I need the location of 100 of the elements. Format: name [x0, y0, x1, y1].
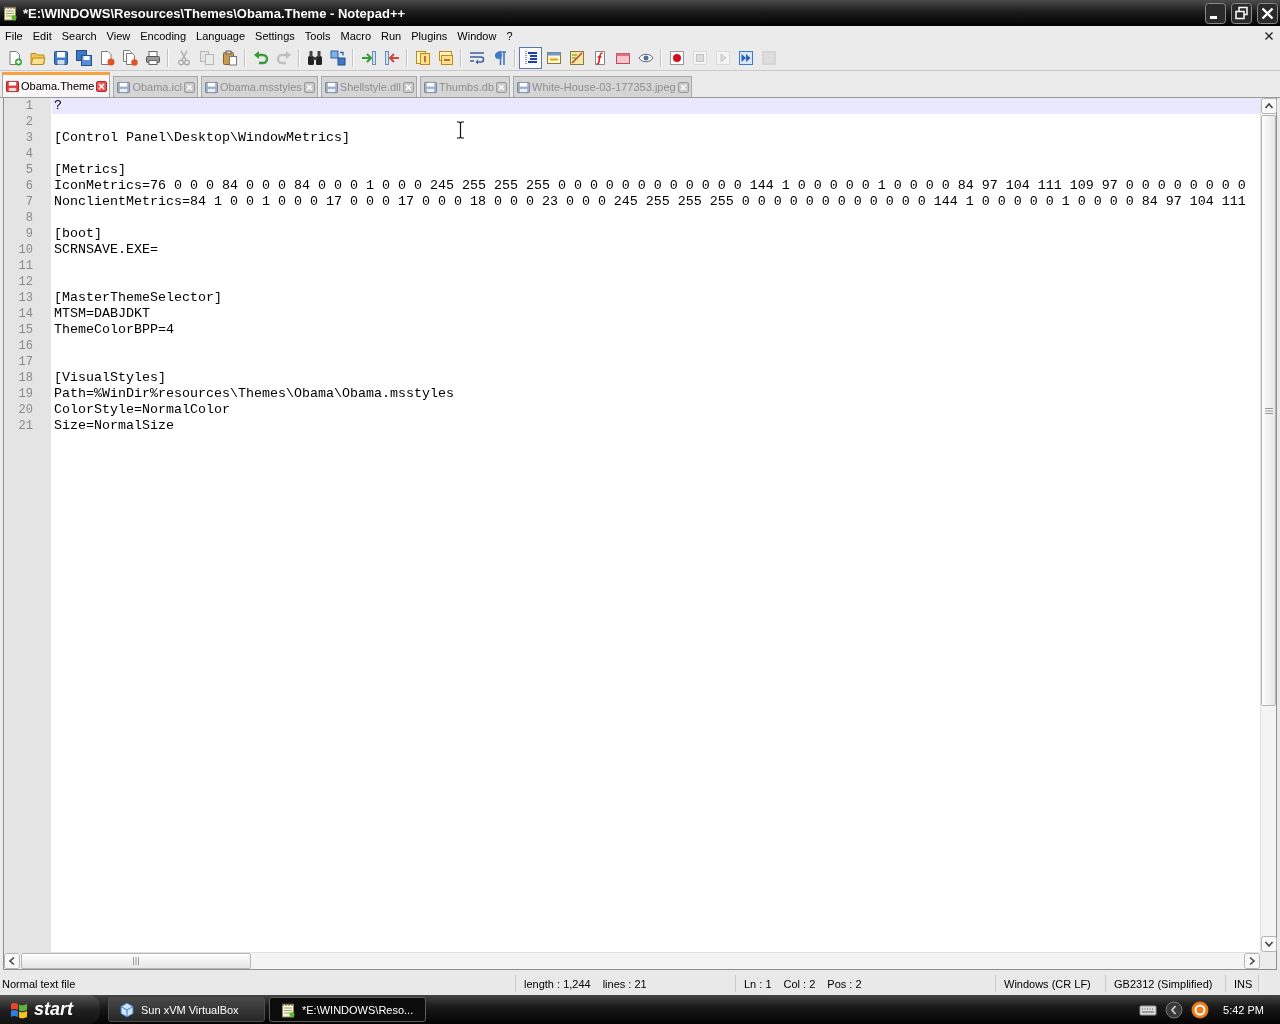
taskbar-button[interactable]: Sun xVM VirtualBox [108, 997, 265, 1022]
code-line: [VisualStyles] [53, 370, 167, 386]
arrow-left-icon [383, 49, 400, 66]
start-button[interactable]: start [0, 995, 100, 1024]
line-number: 16 [17, 338, 33, 354]
status-text: INS [1234, 977, 1253, 990]
line-number: 21 [17, 418, 33, 434]
menu-item[interactable]: Language [191, 27, 251, 44]
menu-item[interactable]: ? [501, 27, 518, 44]
code-line: ThemeColorBPP=4 [53, 322, 175, 338]
menu-item[interactable]: Plugins [406, 27, 453, 44]
line-number: 11 [17, 258, 33, 274]
chevron-circle-icon[interactable] [1165, 1000, 1184, 1019]
play-icon [714, 49, 731, 66]
scissors-icon [175, 49, 192, 66]
clock: 5:42 PM [1223, 1003, 1264, 1016]
tab-close-icon[interactable] [183, 81, 195, 93]
line-number: 4 [24, 146, 33, 162]
undo-icon [252, 49, 269, 66]
close-all-files-icon [121, 49, 138, 66]
scroll-right-icon[interactable] [1244, 953, 1260, 969]
line-number: 5 [24, 162, 33, 178]
restore-icon[interactable] [1231, 2, 1252, 24]
taskbar-button[interactable]: *E:\WINDOWS\Reso... [269, 997, 426, 1022]
line-number: 18 [17, 370, 33, 386]
scroll-left-icon[interactable] [4, 953, 20, 969]
minimize-icon[interactable] [1205, 2, 1226, 24]
tab-close-icon[interactable] [496, 81, 507, 93]
code-line: IconMetrics=76 0 0 0 84 0 0 0 84 0 0 0 1 0 0 0 245 255 255 255 0 0 0 0 0 0 0 0 0 0 0 0 144 1 0 0 0 0 0 1 0 0 0 0 84 97 104 111 109 97 0 0 0 0 0 0 0 0 [53, 178, 1247, 194]
menu-item[interactable]: Encoding [135, 27, 192, 44]
arrow-right-icon [360, 49, 377, 66]
status-text: Normal text file [2, 977, 76, 990]
status-text: length : 1,244 [524, 977, 591, 990]
tab-close-icon[interactable] [402, 81, 414, 93]
status-text: Ln : 1 [744, 977, 772, 990]
menu-item[interactable]: Run [376, 27, 407, 44]
menu-item[interactable]: Window [452, 27, 502, 44]
fast-forward-icon [737, 49, 754, 66]
scrollbar-thumb[interactable] [21, 953, 251, 969]
line-number: 9 [24, 226, 33, 242]
grip-icon [132, 957, 140, 965]
menu-item[interactable]: Settings [250, 27, 300, 44]
stop-icon [691, 49, 708, 66]
window-title: *E:\WINDOWS\Resources\Themes\Obama.Theme - Notepad++ [23, 5, 406, 21]
tab-close-icon[interactable] [677, 81, 689, 93]
tab-close-icon[interactable] [96, 80, 108, 92]
code-line: [boot] [53, 226, 103, 242]
toolbar-button[interactable] [519, 46, 542, 69]
code-line: SCRNSAVE.EXE= [53, 242, 159, 258]
close-file-icon [98, 49, 115, 66]
ring-icon[interactable] [1191, 1000, 1210, 1019]
line-number: 20 [17, 402, 33, 418]
scroll-down-icon[interactable] [1261, 936, 1277, 952]
tab-close-icon[interactable] [303, 81, 315, 93]
cube-icon [119, 1001, 135, 1018]
code-line: NonclientMetrics=84 1 0 0 1 0 0 0 17 0 0 0 17 0 0 0 18 0 0 0 23 0 0 0 245 255 255 255 0 0 0 0 0 0 0 0 0 0 0 0 144 1 0 0 0 0 0 1 0 0 0 0 84 97 104 111 [53, 194, 1247, 210]
horizontal-scrollbar[interactable] [4, 952, 1260, 969]
printer-icon [144, 49, 161, 66]
line-number: 1 [24, 98, 33, 114]
replace-icon [329, 49, 346, 66]
line-number: 15 [17, 322, 33, 338]
tab[interactable]: Obama.Theme [2, 72, 111, 97]
window-icon [545, 49, 562, 66]
map-icon [568, 49, 585, 66]
menu-item[interactable]: Macro [335, 27, 377, 44]
menu-item[interactable]: Tools [299, 27, 336, 44]
line-number: 17 [17, 354, 33, 370]
scroll-up-icon[interactable] [1261, 98, 1277, 114]
line-number: 14 [17, 306, 33, 322]
menu-item[interactable]: View [101, 27, 136, 44]
close-icon[interactable] [1257, 2, 1278, 24]
record-icon [668, 49, 685, 66]
code-line: Path=%WinDir%resources\Themes\Obama\Obama.msstyles [53, 386, 455, 402]
new-file-icon [6, 49, 23, 66]
line-number: 8 [24, 210, 33, 226]
vertical-scrollbar[interactable] [1260, 98, 1276, 952]
redo-icon [275, 49, 292, 66]
notepad-icon [280, 1001, 296, 1018]
menu-item[interactable]: Edit [27, 27, 57, 44]
scrollbar-thumb[interactable] [1261, 115, 1276, 706]
code-line: [Metrics] [53, 162, 127, 178]
line-number: 13 [17, 290, 33, 306]
line-number: 19 [17, 386, 33, 402]
menu-item[interactable]: Search [56, 27, 102, 44]
line-number: 3 [24, 130, 33, 146]
status-text: lines : 21 [602, 977, 647, 990]
text-cursor-icon [456, 121, 465, 139]
menu-item[interactable]: File [0, 27, 28, 44]
sync-scroll-vertical-icon [414, 49, 431, 66]
line-number: 2 [24, 114, 33, 130]
code-line: Size=NormalSize [53, 418, 175, 434]
copy-icon [198, 49, 215, 66]
grip-icon [1264, 406, 1273, 415]
floppy-disks-icon [75, 49, 92, 66]
status-text: Col : 2 [783, 977, 816, 990]
line-number: 7 [24, 194, 33, 210]
code-line: [Control Panel\Desktop\WindowMetrics] [53, 130, 351, 146]
status-text: Pos : 2 [827, 977, 862, 990]
close-icon[interactable] [1265, 31, 1273, 40]
line-number: 12 [17, 274, 33, 290]
